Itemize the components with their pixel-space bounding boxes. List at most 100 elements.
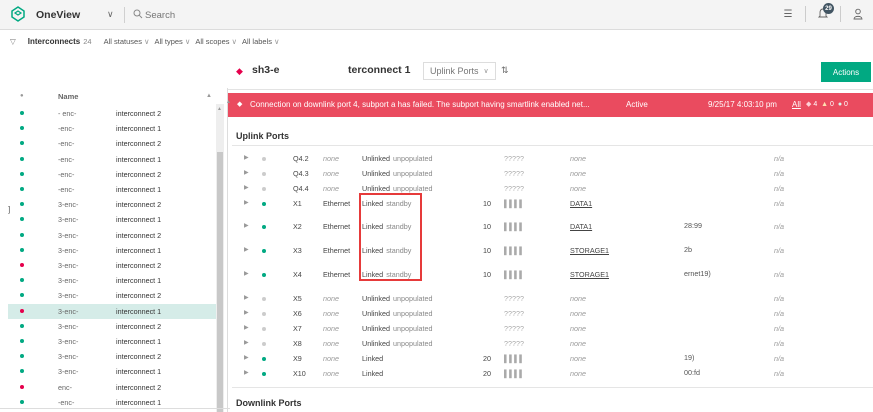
list-item[interactable]: 3-enc-interconnect 1 (8, 212, 216, 227)
list-item[interactable]: -enc-interconnect 2 (8, 167, 216, 182)
chevron-down-icon: ∨ (231, 36, 238, 46)
notifications-icon[interactable]: 29 (816, 3, 834, 22)
list-item[interactable]: 3-enc-interconnect 1 (8, 273, 216, 288)
label-filter-dropdown[interactable]: All labels ∨ (242, 37, 280, 46)
filter-icon[interactable]: ▽ (10, 37, 16, 46)
network-link[interactable]: DATA1 (570, 199, 592, 208)
network-link[interactable]: DATA1 (570, 222, 592, 231)
oneview-logo-icon[interactable] (10, 6, 26, 22)
expand-row-icon[interactable]: ▶ (244, 154, 249, 161)
port-state: Unlinked unpopulated (362, 309, 433, 318)
scroll-up-icon[interactable]: ▲ (226, 99, 231, 105)
port-name: X9 (293, 354, 302, 363)
expand-row-icon[interactable]: ▶ (244, 169, 249, 176)
expand-row-icon[interactable]: ▶ (244, 309, 249, 316)
list-item[interactable]: 3-enc-interconnect 2 (8, 349, 216, 364)
scope-filter-dropdown[interactable]: All scopes ∨ (195, 37, 237, 46)
list-item[interactable]: -enc-interconnect 1 (8, 121, 216, 136)
network-link[interactable]: STORAGE1 (570, 246, 609, 255)
port-speed: 20 (483, 369, 491, 378)
expand-row-icon[interactable]: ▶ (244, 246, 249, 253)
interconnect-name: interconnect 2 (116, 139, 162, 149)
sort-icon[interactable]: ▲ (206, 93, 212, 99)
alert-banner[interactable]: ◆ Connection on downlink port 4, subport… (228, 93, 873, 117)
enclosure-name: 3-enc- (58, 352, 79, 362)
chevron-down-icon[interactable]: ∨ (107, 9, 114, 20)
status-column-header[interactable]: ● (20, 93, 24, 99)
expand-row-icon[interactable]: ▶ (244, 354, 249, 361)
signal-bars: ▌▌▌▌ (504, 222, 525, 231)
list-item[interactable]: 3-enc-interconnect 1 (8, 364, 216, 379)
search-input[interactable] (145, 8, 345, 22)
expand-row-icon[interactable]: ▶ (244, 324, 249, 331)
port-state-sub: unpopulated (392, 324, 433, 333)
enclosure-name: -enc- (58, 154, 75, 164)
port-value: n/a (774, 199, 784, 208)
list-item[interactable]: 3-enc-interconnect 2 (8, 319, 216, 334)
interconnect-name: interconnect 1 (116, 397, 162, 407)
port-value: n/a (774, 222, 784, 231)
ok-status-icon (262, 357, 266, 361)
list-item[interactable]: enc-interconnect 2 (8, 380, 216, 395)
port-type: none (323, 324, 339, 333)
list-item[interactable]: 3-enc-interconnect 2 (8, 258, 216, 273)
expand-row-icon[interactable]: ▶ (244, 199, 249, 206)
warning-count-icon: ▲ (821, 101, 829, 108)
divider (0, 408, 230, 409)
expand-icon[interactable]: ⇅ (501, 65, 509, 76)
ok-status-icon (262, 225, 266, 229)
expand-row-icon[interactable]: ▶ (244, 294, 249, 301)
list-item[interactable]: 3-enc-interconnect 2 (8, 197, 216, 212)
connected-to: 28:99 (684, 221, 702, 230)
all-alerts-link[interactable]: All (792, 100, 801, 109)
list-item[interactable]: 3-enc-interconnect 1 (8, 334, 216, 349)
list-item[interactable]: -enc-interconnect 1 (8, 152, 216, 167)
status-filter-dropdown[interactable]: All statuses ∨ (104, 37, 150, 46)
alert-message[interactable]: Connection on downlink port 4, subport a… (250, 100, 590, 109)
type-filter-dropdown[interactable]: All types ∨ (154, 37, 190, 46)
resize-handle[interactable]: ] (8, 205, 10, 214)
critical-status-icon: ◆ (237, 101, 243, 108)
activity-list-icon[interactable]: ☰ (781, 6, 795, 22)
expand-row-icon[interactable]: ▶ (244, 222, 249, 229)
app-name[interactable]: OneView (36, 9, 80, 21)
port-name: Q4.3 (293, 169, 309, 178)
network-link[interactable]: STORAGE1 (570, 270, 609, 279)
expand-row-icon[interactable]: ▶ (244, 339, 249, 346)
port-type: none (323, 294, 339, 303)
enclosure-name: 3-enc- (58, 291, 79, 301)
port-type: none (323, 339, 339, 348)
network-link: none (570, 369, 586, 378)
expand-row-icon[interactable]: ▶ (244, 270, 249, 277)
list-item[interactable]: 3-enc-interconnect 2 (8, 228, 216, 243)
list-item[interactable]: 3-enc-interconnect 1 (8, 243, 216, 258)
list-item[interactable]: - enc- interconnect 2 (8, 106, 216, 121)
interconnect-name: interconnect 1 (116, 245, 162, 255)
expand-row-icon[interactable]: ▶ (244, 184, 249, 191)
port-state: Unlinked unpopulated (362, 184, 433, 193)
scrollbar-thumb[interactable] (217, 152, 223, 412)
expand-row-icon[interactable]: ▶ (244, 369, 249, 376)
name-column-header[interactable]: Name (58, 92, 78, 101)
scroll-up-icon[interactable]: ▲ (217, 106, 222, 112)
port-speed: 10 (483, 199, 491, 208)
port-type: none (323, 154, 339, 163)
enclosure-name: -enc- (58, 124, 75, 134)
list-item[interactable]: 3-enc-interconnect 2 (8, 288, 216, 303)
alert-counts[interactable]: ◆ 4 ▲ 0 ● 0 (806, 100, 848, 108)
enclosure-name: 3-enc- (58, 367, 79, 377)
list-item[interactable]: 3-enc-interconnect 1 (8, 303, 216, 319)
ok-status-icon (20, 111, 24, 115)
disabled-status-icon (262, 327, 266, 331)
actions-button[interactable]: Actions (821, 62, 871, 82)
interconnect-list: ● Name ▲ - enc- interconnect 2 -enc-inter… (0, 88, 228, 412)
linked-standby-highlight (359, 193, 422, 281)
user-icon[interactable] (851, 6, 865, 22)
type-filter-label: All types (154, 36, 183, 46)
list-item[interactable]: -enc-interconnect 2 (8, 136, 216, 151)
interconnect-name: interconnect 1 (116, 215, 162, 225)
port-value: n/a (774, 309, 784, 318)
list-item[interactable]: -enc-interconnect 1 (8, 182, 216, 197)
port-state-value: Unlinked (362, 339, 390, 348)
view-selector[interactable]: Uplink Ports ∨ (423, 62, 496, 80)
